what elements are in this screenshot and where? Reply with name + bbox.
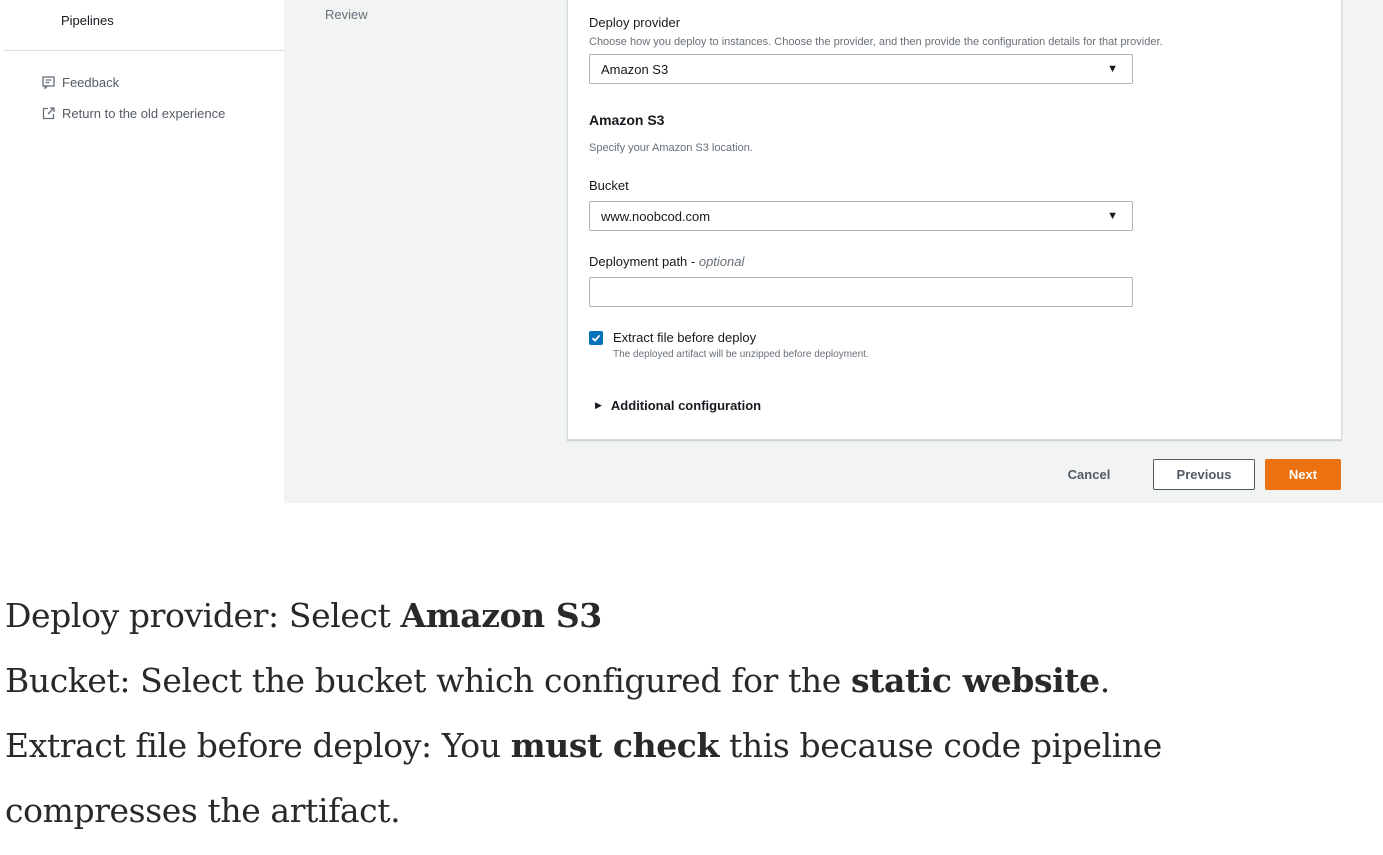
- feedback-label: Feedback: [62, 74, 120, 90]
- extract-file-description: The deployed artifact will be unzipped b…: [613, 349, 869, 360]
- deployment-path-label: Deployment path - optional: [589, 254, 744, 269]
- deploy-stage-card: Deploy provider Choose how you deploy to…: [567, 0, 1342, 440]
- article-text: Extract file before deploy: You: [5, 726, 511, 765]
- step-review[interactable]: Review: [325, 7, 368, 22]
- extract-file-label[interactable]: Extract file before deploy: [613, 330, 756, 345]
- additional-configuration-toggle[interactable]: ▶ Additional configuration: [595, 398, 761, 413]
- article-text: Deploy provider: Select: [5, 596, 401, 635]
- article-text: .: [1099, 661, 1110, 700]
- additional-configuration-label: Additional configuration: [610, 398, 762, 413]
- article-text: this because code pipeline: [718, 726, 1162, 765]
- checkmark-icon: [591, 334, 601, 342]
- amazon-s3-section-description: Specify your Amazon S3 location.: [589, 142, 753, 154]
- bucket-value: www.noobcod.com: [601, 208, 711, 224]
- deploy-provider-select[interactable]: Amazon S3 ▼: [589, 54, 1133, 84]
- next-button[interactable]: Next: [1265, 459, 1341, 490]
- sidebar-item-pipelines[interactable]: Pipelines: [61, 13, 114, 28]
- article-bold: Amazon S3: [400, 596, 603, 635]
- main-content: Review Deploy provider Choose how you de…: [284, 0, 1383, 503]
- bucket-label: Bucket: [589, 178, 629, 193]
- caret-down-icon: ▼: [1107, 63, 1118, 75]
- caret-down-icon: ▼: [1107, 210, 1118, 222]
- article-line-deploy-provider: Deploy provider: Select Amazon S3: [5, 588, 1375, 653]
- article-bold: static website: [850, 661, 1100, 700]
- sidebar-divider: [4, 50, 284, 51]
- feedback-icon: [40, 74, 56, 90]
- deploy-provider-value: Amazon S3: [601, 61, 669, 77]
- caret-right-icon: ▶: [595, 400, 602, 410]
- cancel-button[interactable]: Cancel: [1064, 459, 1114, 490]
- sidebar: Pipelines Feedback Return to the old exp…: [0, 0, 284, 503]
- deploy-provider-description: Choose how you deploy to instances. Choo…: [589, 36, 1163, 48]
- article-bold: must check: [510, 726, 720, 765]
- amazon-s3-section-title: Amazon S3: [589, 112, 665, 128]
- external-link-icon: [40, 105, 56, 121]
- bucket-select[interactable]: www.noobcod.com ▼: [589, 201, 1133, 231]
- extract-file-checkbox[interactable]: [589, 331, 603, 345]
- deploy-provider-label: Deploy provider: [589, 15, 681, 30]
- previous-button[interactable]: Previous: [1153, 459, 1255, 490]
- return-label: Return to the old experience: [62, 105, 226, 121]
- deployment-path-label-text: Deployment path -: [589, 254, 699, 269]
- article-line-bucket: Bucket: Select the bucket which configur…: [5, 653, 1375, 718]
- sidebar-link-feedback[interactable]: Feedback: [40, 74, 119, 90]
- optional-tag: optional: [698, 254, 745, 269]
- article-body: Deploy provider: Select Amazon S3 Bucket…: [5, 588, 1375, 848]
- article-text: Bucket: Select the bucket which configur…: [5, 661, 851, 700]
- sidebar-link-return-old-experience[interactable]: Return to the old experience: [40, 105, 225, 121]
- article-line-compresses: compresses the artifact.: [5, 791, 401, 830]
- deployment-path-input[interactable]: [589, 277, 1133, 307]
- screenshot-panel: Pipelines Feedback Return to the old exp…: [0, 0, 1383, 503]
- article-line-extract: Extract file before deploy: You must che…: [5, 718, 1375, 783]
